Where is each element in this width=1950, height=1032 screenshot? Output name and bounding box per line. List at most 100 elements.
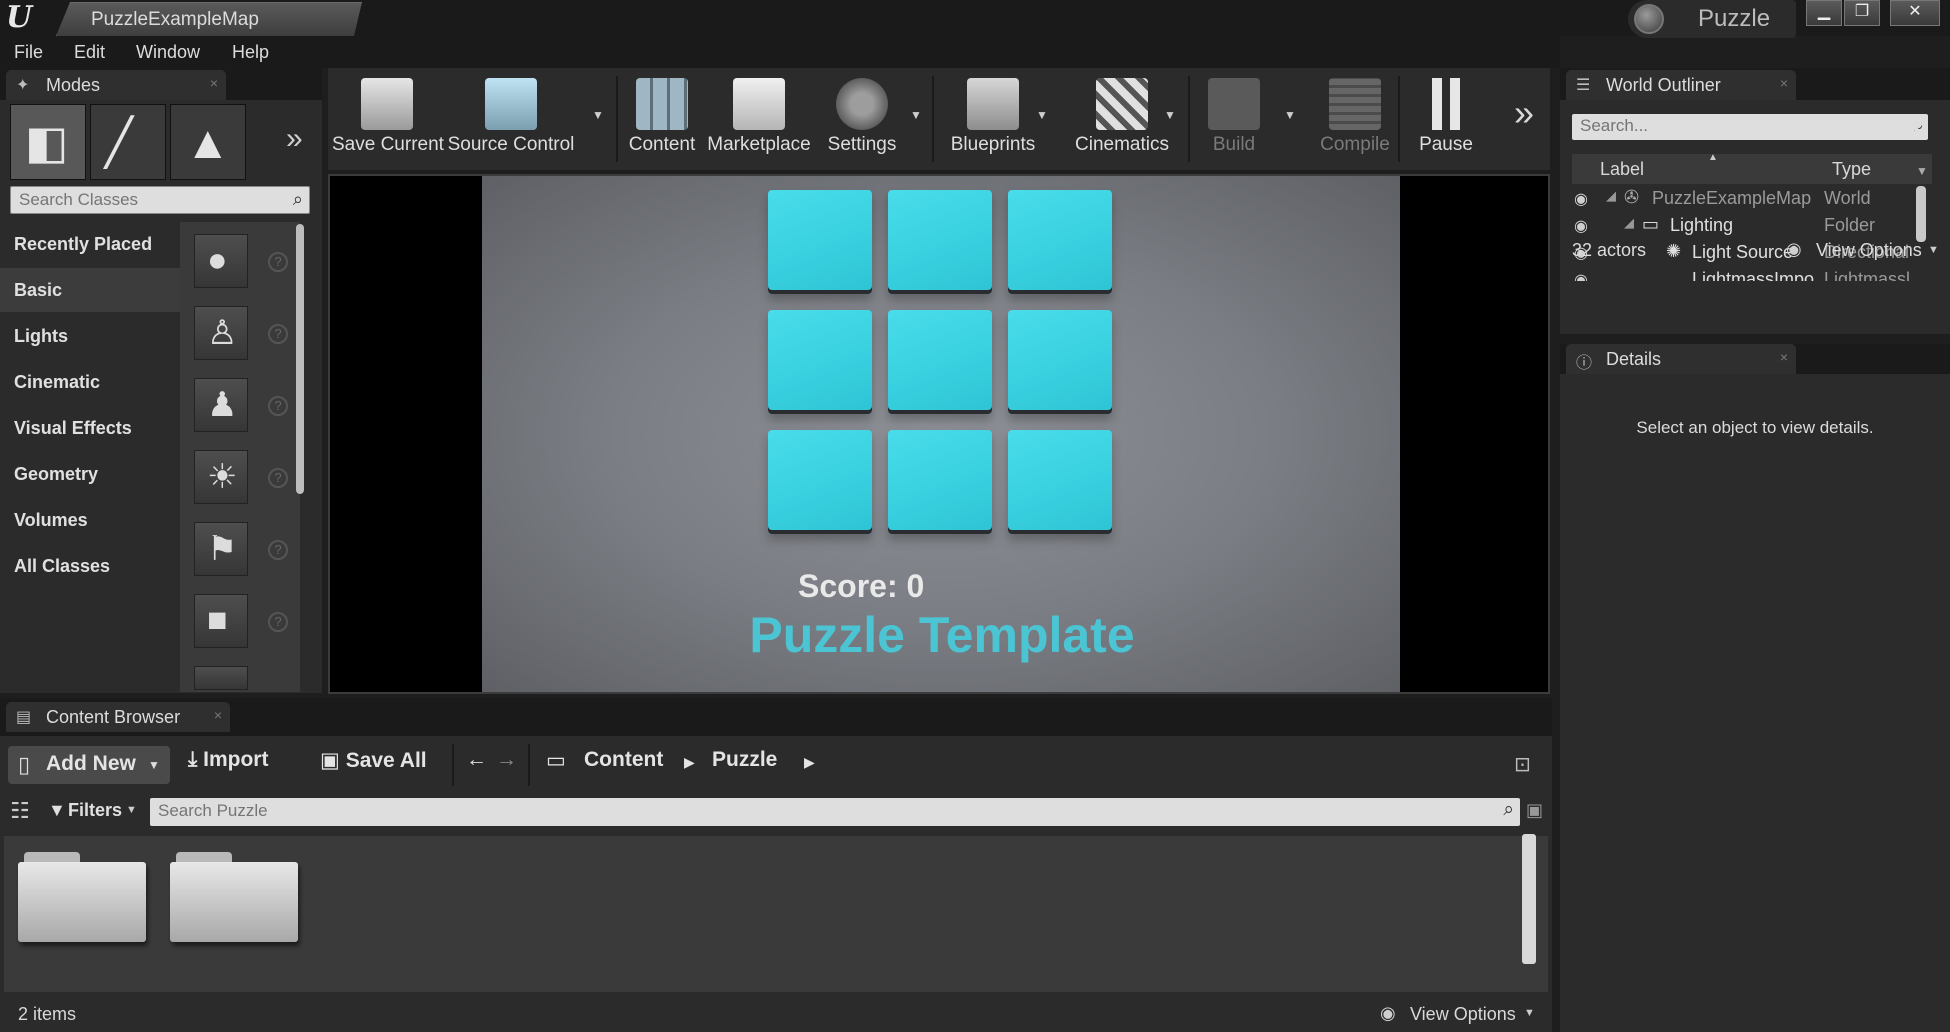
- menu-file[interactable]: File: [14, 42, 43, 63]
- content-search-field[interactable]: ⌕: [150, 798, 1520, 826]
- chevron-down-icon[interactable]: ▼: [1164, 108, 1176, 122]
- chevron-down-icon[interactable]: ▼: [1916, 164, 1928, 178]
- unreal-logo-icon[interactable]: U: [6, 2, 38, 34]
- source-control-button[interactable]: Source Control: [446, 68, 576, 168]
- help-icon[interactable]: ?: [268, 396, 288, 416]
- marketplace-button[interactable]: Marketplace: [706, 68, 812, 168]
- visibility-eye-icon[interactable]: ◉: [1574, 270, 1588, 281]
- close-icon[interactable]: ×: [214, 707, 222, 723]
- breadcrumb-puzzle[interactable]: Puzzle: [712, 748, 777, 784]
- compile-button[interactable]: Compile: [1308, 68, 1402, 168]
- outliner-row[interactable]: ◉ ◢ ✇ PuzzleExampleMap World: [1572, 186, 1932, 213]
- chevron-down-icon[interactable]: ▼: [1524, 1007, 1535, 1019]
- puzzle-tile[interactable]: [1008, 430, 1112, 534]
- sphere-thumb[interactable]: [194, 666, 248, 690]
- expand-arrow-icon[interactable]: ◢: [1606, 188, 1616, 204]
- category-volumes[interactable]: Volumes: [0, 498, 180, 542]
- puzzle-tile[interactable]: [768, 310, 872, 414]
- breadcrumb-arrow-icon[interactable]: ▶: [684, 754, 695, 790]
- content-browser-tab[interactable]: ▤ Content Browser ×: [6, 702, 230, 732]
- chevron-down-icon[interactable]: ▼: [1284, 108, 1296, 122]
- help-icon[interactable]: ?: [268, 468, 288, 488]
- more-modes-icon[interactable]: »: [286, 122, 303, 156]
- close-window-button[interactable]: ✕: [1890, 0, 1940, 26]
- menu-edit[interactable]: Edit: [74, 42, 105, 63]
- menu-window[interactable]: Window: [136, 42, 200, 63]
- character-thumb[interactable]: ♙: [194, 306, 248, 360]
- chevron-down-icon[interactable]: ▼: [1036, 108, 1048, 122]
- game-viewport[interactable]: Score: 0 Puzzle Template: [328, 174, 1550, 694]
- label-column-header[interactable]: Label: [1600, 159, 1644, 180]
- close-icon[interactable]: ×: [210, 75, 218, 91]
- save-search-icon[interactable]: ▣: [1526, 800, 1543, 821]
- category-cinematic[interactable]: Cinematic: [0, 360, 180, 404]
- folder-tile[interactable]: [170, 852, 298, 944]
- search-icon[interactable]: ⌕: [293, 189, 303, 210]
- forward-arrow-icon[interactable]: →: [496, 748, 517, 784]
- level-tab[interactable]: PuzzleExampleMap: [56, 2, 362, 36]
- puzzle-tile[interactable]: [1008, 310, 1112, 414]
- save-current-button[interactable]: Save Current: [332, 68, 444, 168]
- category-all-classes[interactable]: All Classes: [0, 544, 180, 588]
- puzzle-tile[interactable]: [888, 310, 992, 414]
- category-lights[interactable]: Lights: [0, 314, 180, 358]
- type-column-header[interactable]: Type: [1832, 159, 1871, 180]
- puzzle-tile[interactable]: [768, 190, 872, 294]
- category-geometry[interactable]: Geometry: [0, 452, 180, 496]
- help-icon[interactable]: ?: [268, 252, 288, 272]
- lock-icon[interactable]: ⊡: [1514, 752, 1531, 777]
- expand-arrow-icon[interactable]: ◢: [1624, 215, 1634, 231]
- import-button[interactable]: ⤓ Import: [188, 748, 268, 784]
- content-search-input[interactable]: [150, 798, 1450, 824]
- chevron-down-icon[interactable]: ▼: [126, 804, 137, 816]
- puzzle-tile[interactable]: [768, 430, 872, 534]
- paint-mode-button[interactable]: ╱: [90, 104, 166, 180]
- help-icon[interactable]: ?: [268, 324, 288, 344]
- puzzle-tile[interactable]: [1008, 190, 1112, 294]
- chevron-down-icon[interactable]: ▼: [592, 108, 604, 122]
- search-classes-field[interactable]: ⌕: [10, 186, 310, 214]
- open-folder-icon[interactable]: ▭: [546, 748, 566, 784]
- more-toolbar-icon[interactable]: »: [1514, 92, 1534, 134]
- help-icon[interactable]: ?: [268, 540, 288, 560]
- category-visual-effects[interactable]: Visual Effects: [0, 406, 180, 450]
- minimize-button[interactable]: ▁: [1806, 0, 1842, 26]
- visibility-eye-icon[interactable]: ◉: [1574, 216, 1588, 236]
- game-scene[interactable]: Score: 0 Puzzle Template: [482, 176, 1400, 692]
- view-options-button[interactable]: View Options: [1410, 1004, 1516, 1025]
- back-arrow-icon[interactable]: ←: [466, 748, 487, 784]
- puzzle-tile[interactable]: [888, 430, 992, 534]
- close-icon[interactable]: ×: [1780, 349, 1788, 365]
- search-classes-input[interactable]: [11, 187, 271, 213]
- help-icon[interactable]: ?: [268, 612, 288, 632]
- puzzle-tile[interactable]: [888, 190, 992, 294]
- menu-help[interactable]: Help: [232, 42, 269, 63]
- maximize-button[interactable]: ❐: [1844, 0, 1880, 26]
- category-recently-placed[interactable]: Recently Placed: [0, 222, 180, 266]
- modes-scrollbar[interactable]: [296, 224, 304, 494]
- add-actor-icon[interactable]: ✚: [1908, 112, 1925, 137]
- asset-grid-scrollbar[interactable]: [1522, 834, 1536, 964]
- world-outliner-tab[interactable]: ☰ World Outliner ×: [1566, 70, 1796, 100]
- breadcrumb-arrow-icon[interactable]: ▶: [804, 754, 815, 790]
- landscape-mode-button[interactable]: ▲: [170, 104, 246, 180]
- empty-actor-thumb[interactable]: ●: [194, 234, 248, 288]
- pawn-thumb[interactable]: ♟: [194, 378, 248, 432]
- details-tab[interactable]: ⓘ Details ×: [1566, 344, 1796, 374]
- breadcrumb-content[interactable]: Content: [584, 748, 663, 784]
- cube-thumb[interactable]: ■: [194, 594, 248, 648]
- outliner-row[interactable]: ◉ LightmassImpo Lightmassl: [1572, 267, 1932, 281]
- chevron-down-icon[interactable]: ▼: [910, 108, 922, 122]
- folder-tile[interactable]: [18, 852, 146, 944]
- modes-tab[interactable]: ✦ Modes ×: [6, 70, 226, 100]
- build-button[interactable]: Build: [1192, 68, 1276, 168]
- content-button[interactable]: Content: [622, 68, 702, 168]
- sources-toggle-icon[interactable]: ☷: [10, 798, 30, 824]
- category-basic[interactable]: Basic: [0, 268, 180, 312]
- filters-button[interactable]: Filters: [68, 800, 122, 821]
- chevron-down-icon[interactable]: ▼: [1928, 244, 1939, 256]
- add-new-button[interactable]: ▯ Add New ▼: [8, 746, 170, 784]
- search-icon[interactable]: ⌕: [1503, 799, 1514, 821]
- outliner-search-input[interactable]: [1572, 114, 1872, 138]
- pause-button[interactable]: Pause: [1404, 68, 1488, 168]
